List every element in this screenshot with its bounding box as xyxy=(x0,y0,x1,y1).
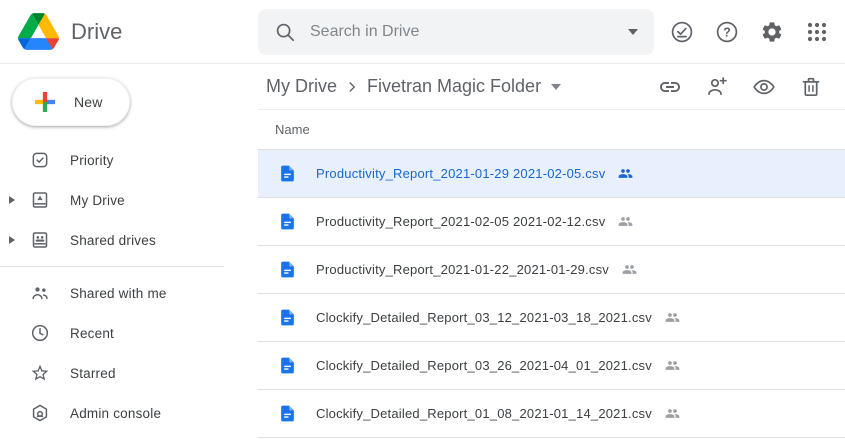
my-drive-icon xyxy=(30,190,50,210)
sidebar-item-label: Admin console xyxy=(70,406,161,421)
file-name: Productivity_Report_2021-01-22_2021-01-2… xyxy=(316,262,609,277)
get-link-icon xyxy=(658,75,682,99)
file-row[interactable]: Clockify_Detailed_Report_03_26_2021-04_0… xyxy=(258,342,845,390)
apps-grid-icon xyxy=(805,20,829,44)
file-row[interactable]: Productivity_Report_2021-01-29 2021-02-0… xyxy=(258,150,845,198)
sidebar-item-label: Recent xyxy=(70,326,114,341)
admin-console-icon xyxy=(30,403,50,423)
csv-file-icon xyxy=(278,260,297,279)
breadcrumb: My Drive Fivetran Magic Folder xyxy=(258,64,845,110)
file-row[interactable]: Clockify_Detailed_Report_01_08_2021-01_1… xyxy=(258,390,845,438)
apps-grid-button[interactable] xyxy=(805,20,829,44)
offline-status-button[interactable] xyxy=(670,20,694,44)
new-button[interactable]: New xyxy=(12,78,130,126)
share-button[interactable] xyxy=(705,75,729,99)
file-name: Clockify_Detailed_Report_03_12_2021-03_1… xyxy=(316,310,652,325)
get-link-button[interactable] xyxy=(658,75,682,99)
folder-menu-caret-icon[interactable] xyxy=(551,84,561,90)
sidebar-item-label: Shared with me xyxy=(70,286,167,301)
file-name: Clockify_Detailed_Report_03_26_2021-04_0… xyxy=(316,358,652,373)
offline-status-icon xyxy=(670,20,694,44)
settings-gear-icon xyxy=(760,20,784,44)
breadcrumb-chevron-icon xyxy=(343,78,361,96)
preview-button[interactable] xyxy=(752,75,776,99)
drive-home-link[interactable]: Drive xyxy=(0,13,258,50)
file-name: Productivity_Report_2021-01-29 2021-02-0… xyxy=(316,166,605,181)
breadcrumb-current-folder[interactable]: Fivetran Magic Folder xyxy=(367,76,541,97)
file-row[interactable]: Productivity_Report_2021-01-22_2021-01-2… xyxy=(258,246,845,294)
recent-clock-icon xyxy=(30,323,50,343)
sidebar-item-admin-console[interactable]: Admin console xyxy=(0,393,258,433)
csv-file-icon xyxy=(278,212,297,231)
preview-eye-icon xyxy=(752,75,776,99)
sidebar-item-label: My Drive xyxy=(70,193,125,208)
folder-actions xyxy=(658,75,823,99)
top-right-icons: ? xyxy=(670,20,845,44)
shared-people-icon xyxy=(663,406,682,421)
shared-people-icon xyxy=(663,358,682,373)
sidebar-item-label: Starred xyxy=(70,366,116,381)
multicolor-plus-icon xyxy=(30,87,60,117)
sidebar-item-starred[interactable]: Starred xyxy=(0,353,258,393)
sidebar-primary-nav: Priority My Drive xyxy=(0,140,258,260)
csv-file-icon xyxy=(278,356,297,375)
shared-people-icon xyxy=(620,262,639,277)
search-icon[interactable] xyxy=(274,21,296,43)
csv-file-icon xyxy=(278,164,297,183)
search-options-caret-icon[interactable] xyxy=(628,29,638,35)
shared-people-icon xyxy=(616,214,635,229)
csv-file-icon xyxy=(278,404,297,423)
drive-logo-icon xyxy=(18,13,59,50)
sidebar-secondary-nav: Shared with me Recent Starred xyxy=(0,273,258,433)
sidebar-item-shared-drives[interactable]: Shared drives xyxy=(0,220,258,260)
delete-button[interactable] xyxy=(799,75,823,99)
sidebar-item-my-drive[interactable]: My Drive xyxy=(0,180,258,220)
file-row[interactable]: Clockify_Detailed_Report_03_12_2021-03_1… xyxy=(258,294,845,342)
main-area: New Priority My D xyxy=(0,64,845,438)
priority-icon xyxy=(30,150,50,170)
file-name: Clockify_Detailed_Report_01_08_2021-01_1… xyxy=(316,406,652,421)
expand-arrow-icon[interactable] xyxy=(9,236,15,244)
sidebar-item-recent[interactable]: Recent xyxy=(0,313,258,353)
top-bar: Drive ? xyxy=(0,0,845,64)
help-icon: ? xyxy=(715,20,739,44)
svg-text:?: ? xyxy=(723,25,731,39)
search-bar[interactable] xyxy=(258,9,654,55)
shared-drives-icon xyxy=(30,230,50,250)
sidebar-item-label: Priority xyxy=(70,153,114,168)
file-list: Productivity_Report_2021-01-29 2021-02-0… xyxy=(258,150,845,438)
help-button[interactable]: ? xyxy=(715,20,739,44)
share-person-add-icon xyxy=(705,75,729,99)
settings-button[interactable] xyxy=(760,20,784,44)
file-browser: My Drive Fivetran Magic Folder xyxy=(258,64,845,438)
sidebar-item-label: Shared drives xyxy=(70,233,156,248)
google-drive-app: Drive ? xyxy=(0,0,845,438)
shared-people-icon xyxy=(663,310,682,325)
sidebar-item-priority[interactable]: Priority xyxy=(0,140,258,180)
shared-people-icon xyxy=(616,166,635,181)
breadcrumb-my-drive[interactable]: My Drive xyxy=(266,76,337,97)
csv-file-icon xyxy=(278,308,297,327)
sidebar: New Priority My D xyxy=(0,64,258,438)
trash-icon xyxy=(799,75,823,99)
shared-with-me-icon xyxy=(30,283,50,303)
file-name: Productivity_Report_2021-02-05 2021-02-1… xyxy=(316,214,605,229)
starred-icon xyxy=(30,363,50,383)
column-header-name[interactable]: Name xyxy=(258,110,845,150)
app-title: Drive xyxy=(71,19,122,45)
search-input[interactable] xyxy=(310,23,628,41)
expand-arrow-icon[interactable] xyxy=(9,196,15,204)
file-row[interactable]: Productivity_Report_2021-02-05 2021-02-1… xyxy=(258,198,845,246)
new-button-label: New xyxy=(74,94,103,110)
sidebar-divider xyxy=(0,266,224,267)
sidebar-item-shared-with-me[interactable]: Shared with me xyxy=(0,273,258,313)
